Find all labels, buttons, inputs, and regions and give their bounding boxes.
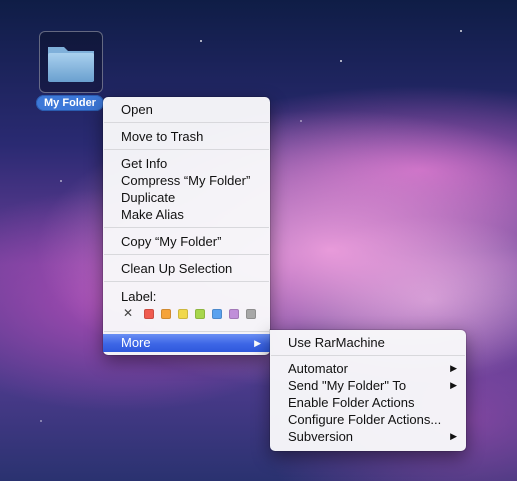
menu-separator [271,355,465,356]
menu-item-clean-up-selection[interactable]: Clean Up Selection [103,260,270,277]
menu-item-compress[interactable]: Compress “My Folder” [103,172,270,189]
star [340,60,342,62]
menu-separator [104,122,269,123]
star [40,420,42,422]
submenu-item-subversion-label: Subversion [288,429,354,444]
submenu-arrow-icon: ▶ [450,380,457,390]
label-color-swatch[interactable] [144,309,154,319]
label-color-swatch[interactable] [212,309,222,319]
label-heading: Label: [121,289,157,304]
menu-item-more-label: More [121,335,151,350]
star [460,30,462,32]
submenu-item-use-rarmachine[interactable]: Use RarMachine [270,334,466,351]
label-color-swatch[interactable] [246,309,256,319]
menu-separator [104,149,269,150]
menu-item-duplicate[interactable]: Duplicate [103,189,270,206]
menu-separator [104,227,269,228]
context-menu: Open Move to Trash Get Info Compress “My… [103,97,270,355]
submenu-item-automator-label: Automator [288,361,348,376]
submenu-item-send-to[interactable]: Send "My Folder" To ▶ [270,377,466,394]
label-color-swatch[interactable] [195,309,205,319]
submenu-arrow-icon: ▶ [254,338,261,348]
star [60,180,62,182]
submenu-item-enable-folder-actions[interactable]: Enable Folder Actions [270,394,466,411]
no-label-icon[interactable]: ✕ [123,306,133,320]
star [300,120,302,122]
label-color-swatch[interactable] [229,309,239,319]
menu-item-open[interactable]: Open [103,101,270,118]
menu-item-make-alias[interactable]: Make Alias [103,206,270,223]
submenu-item-configure-folder-actions[interactable]: Configure Folder Actions... [270,411,466,428]
submenu-arrow-icon: ▶ [450,431,457,441]
more-submenu: Use RarMachine Automator ▶ Send "My Fold… [270,330,466,451]
star [200,40,202,42]
submenu-item-send-to-label: Send "My Folder" To [288,378,407,393]
submenu-item-subversion[interactable]: Subversion ▶ [270,428,466,445]
menu-item-move-to-trash[interactable]: Move to Trash [103,128,270,145]
menu-item-more[interactable]: More ▶ [103,334,270,352]
folder-icon[interactable] [39,31,103,93]
label-color-swatch[interactable] [161,309,171,319]
menu-item-get-info[interactable]: Get Info [103,155,270,172]
menu-separator [104,254,269,255]
submenu-arrow-icon: ▶ [450,363,457,373]
menu-separator [104,281,269,282]
label-color-swatch[interactable] [178,309,188,319]
menu-item-copy[interactable]: Copy “My Folder” [103,233,270,250]
menu-separator [104,331,269,332]
submenu-item-automator[interactable]: Automator ▶ [270,360,466,377]
folder-name-label[interactable]: My Folder [36,95,104,111]
